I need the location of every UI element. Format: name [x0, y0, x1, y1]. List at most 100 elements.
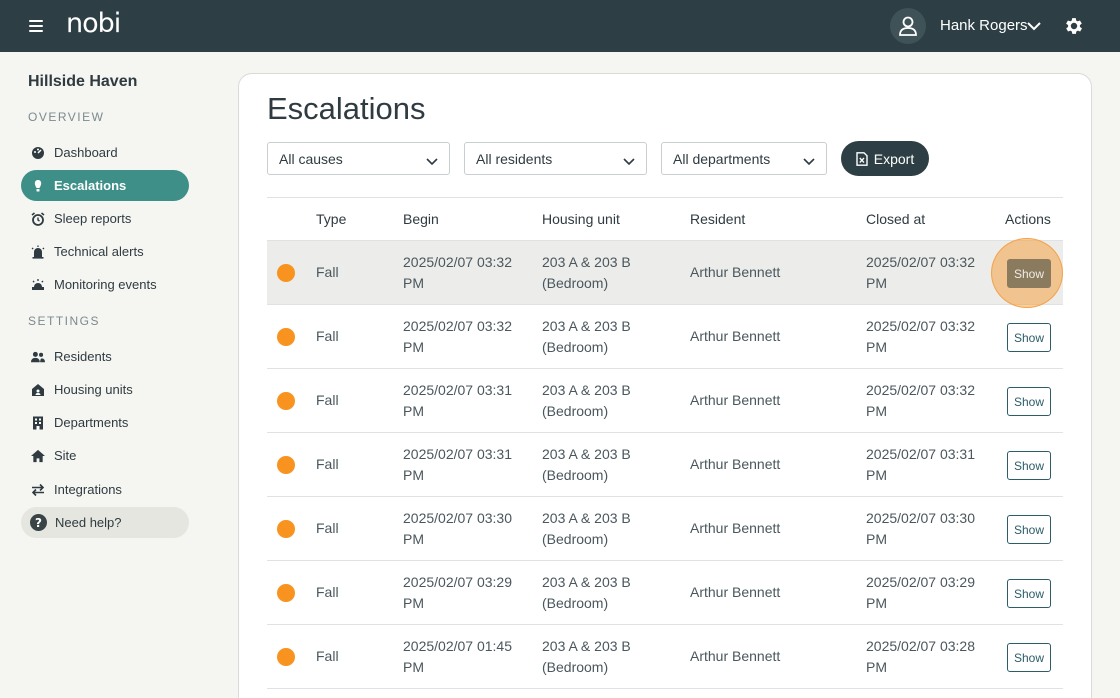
status-dot	[277, 584, 295, 602]
sidebar-item-label: Escalations	[54, 178, 127, 193]
type-cell: Fall	[316, 584, 339, 600]
alarm-clock-icon	[31, 211, 45, 226]
sidebar-item-monitoring-events[interactable]: Monitoring events	[21, 269, 189, 300]
sidebar-item-housing-units[interactable]: Housing units	[21, 374, 189, 405]
table-row[interactable]: Fall 2025/02/07 03:32 PM 203 A & 203 B (Be…	[267, 238, 1063, 308]
begin-cell: 2025/02/07 01:45 PM	[403, 638, 512, 675]
export-button[interactable]: Export	[841, 141, 929, 176]
svg-text:?: ?	[35, 516, 42, 530]
table-row[interactable]: Fall 2025/02/07 03:31 PM 203 A & 203 B (Be…	[267, 369, 1063, 433]
closed-at-cell: 2025/02/07 03:32 PM	[866, 318, 975, 355]
help-icon: ?	[30, 514, 47, 531]
sidebar-item-label: Housing units	[54, 382, 133, 397]
closed-at-cell: 2025/02/07 03:31 PM	[866, 446, 975, 483]
overview-section-label: OVERVIEW	[28, 110, 105, 124]
resident-cell: Arthur Bennett	[690, 456, 781, 472]
begin-cell: 2025/02/07 03:29 PM	[403, 574, 512, 611]
sidebar-item-dashboard[interactable]: Dashboard	[21, 137, 189, 168]
sidebar-item-technical-alerts[interactable]: Technical alerts	[21, 236, 189, 267]
show-button[interactable]: Show	[1007, 387, 1051, 416]
begin-cell: 2025/02/07 03:32 PM	[403, 318, 512, 355]
causes-filter-value: All causes	[279, 150, 343, 167]
sidebar-item-integrations[interactable]: Integrations	[21, 474, 189, 505]
status-dot	[277, 456, 295, 474]
causes-filter-select[interactable]: All causes	[267, 142, 450, 175]
page-title: Escalations	[267, 91, 426, 126]
housing-unit-cell: 203 A & 203 B (Bedroom)	[542, 254, 631, 291]
closed-at-cell: 2025/02/07 03:29 PM	[866, 574, 975, 611]
housing-unit-cell: 203 A & 203 B (Bedroom)	[542, 382, 631, 419]
show-button[interactable]: Show	[1007, 259, 1051, 288]
column-header-closed-at[interactable]: Closed at	[866, 211, 925, 227]
status-dot	[277, 392, 295, 410]
monitoring-icon	[31, 278, 45, 292]
show-button[interactable]: Show	[1007, 451, 1051, 480]
begin-cell: 2025/02/07 03:32 PM	[403, 254, 512, 291]
closed-at-cell: 2025/02/07 03:30 PM	[866, 510, 975, 547]
sidebar-item-label: Sleep reports	[54, 211, 132, 226]
column-header-resident[interactable]: Resident	[690, 211, 745, 227]
housing-unit-cell: 203 A & 203 B (Bedroom)	[542, 510, 631, 547]
begin-cell: 2025/02/07 03:31 PM	[403, 382, 512, 419]
column-header-type[interactable]: Type	[316, 211, 346, 227]
sidebar-item-departments[interactable]: Departments	[21, 407, 189, 438]
departments-filter-select[interactable]: All departments	[661, 142, 827, 175]
chevron-down-icon	[426, 154, 438, 170]
need-help-button[interactable]: ? Need help?	[21, 507, 189, 538]
status-dot	[277, 264, 295, 282]
departments-filter-value: All departments	[673, 150, 771, 167]
type-cell: Fall	[316, 648, 339, 664]
resident-cell: Arthur Bennett	[690, 584, 781, 600]
user-name[interactable]: Hank Rogers	[940, 17, 1028, 34]
user-menu-chevron-down-icon[interactable]	[1026, 18, 1042, 39]
type-cell: Fall	[316, 264, 339, 280]
site-name: Hillside Haven	[28, 73, 138, 90]
table-row[interactable]: Fall 2025/02/07 03:29 PM 203 A & 203 B (Be…	[267, 561, 1063, 625]
home-icon	[31, 449, 45, 463]
table-row[interactable]: Fall 2025/02/07 01:45 PM 203 A & 203 B (Be…	[267, 625, 1063, 689]
show-button[interactable]: Show	[1007, 515, 1051, 544]
hamburger-menu-icon[interactable]	[29, 20, 43, 32]
show-button[interactable]: Show	[1007, 579, 1051, 608]
type-cell: Fall	[316, 392, 339, 408]
table-top-divider	[267, 197, 1063, 198]
nobi-logo[interactable]: nobi	[66, 8, 121, 39]
swap-icon	[31, 483, 45, 497]
sidebar-item-residents[interactable]: Residents	[21, 341, 189, 372]
resident-cell: Arthur Bennett	[690, 328, 781, 344]
type-cell: Fall	[316, 328, 339, 344]
show-button[interactable]: Show	[1007, 643, 1051, 672]
type-cell: Fall	[316, 456, 339, 472]
housing-unit-cell: 203 A & 203 B (Bedroom)	[542, 638, 631, 675]
resident-cell: Arthur Bennett	[690, 520, 781, 536]
sidebar-item-label: Technical alerts	[54, 244, 144, 259]
need-help-label: Need help?	[55, 515, 122, 530]
type-cell: Fall	[316, 520, 339, 536]
column-header-housing-unit[interactable]: Housing unit	[542, 211, 620, 227]
sidebar-item-label: Dashboard	[54, 145, 118, 160]
gear-icon[interactable]	[1063, 15, 1085, 42]
dashboard-icon	[31, 146, 45, 160]
sidebar-item-label: Integrations	[54, 482, 122, 497]
show-button[interactable]: Show	[1007, 323, 1051, 352]
table-row[interactable]: Fall 2025/02/07 03:32 PM 203 A & 203 B (Be…	[267, 305, 1063, 369]
table-row[interactable]: Fall 2025/02/07 03:31 PM 203 A & 203 B (Be…	[267, 433, 1063, 497]
column-header-begin[interactable]: Begin	[403, 211, 439, 227]
user-avatar-icon[interactable]	[890, 8, 926, 44]
sidebar-item-label: Residents	[54, 349, 112, 364]
closed-at-cell: 2025/02/07 03:28 PM	[866, 638, 975, 675]
table-row[interactable]: Fall 2025/02/07 03:30 PM 203 A & 203 B (Be…	[267, 497, 1063, 561]
housing-unit-cell: 203 A & 203 B (Bedroom)	[542, 574, 631, 611]
residents-icon	[31, 350, 45, 364]
residents-filter-value: All residents	[476, 150, 553, 167]
alert-icon	[31, 245, 45, 259]
residents-filter-select[interactable]: All residents	[464, 142, 647, 175]
sidebar-item-escalations[interactable]: Escalations	[21, 170, 189, 201]
begin-cell: 2025/02/07 03:30 PM	[403, 510, 512, 547]
sidebar-item-sleep-reports[interactable]: Sleep reports	[21, 203, 189, 234]
status-dot	[277, 520, 295, 538]
housing-icon	[31, 383, 45, 397]
closed-at-cell: 2025/02/07 03:32 PM	[866, 382, 975, 419]
sidebar-item-site[interactable]: Site	[21, 440, 189, 471]
closed-at-cell: 2025/02/07 03:32 PM	[866, 254, 975, 291]
